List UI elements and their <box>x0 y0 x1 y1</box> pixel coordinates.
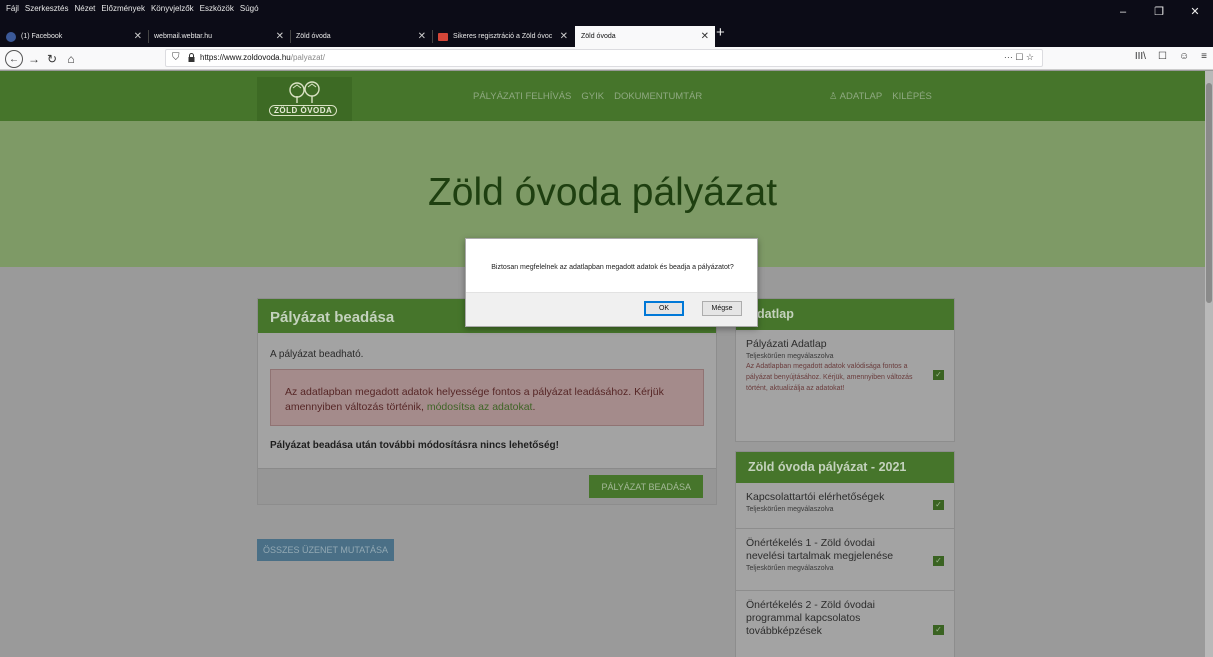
tab-zold-ovoda-1[interactable]: Zöld óvoda ✕ <box>290 26 432 47</box>
cancel-button[interactable]: Mégse <box>702 301 742 316</box>
url-text: https://www.zoldovoda.hu/palyazat/ <box>200 53 325 62</box>
menu-help[interactable]: Súgó <box>240 4 259 13</box>
list-item-onertekeles-2[interactable]: Önértékelés 2 - Zöld óvodai programmal k… <box>736 591 954 655</box>
account-icon[interactable]: ☺ <box>1179 51 1189 62</box>
adatlap-item[interactable]: Pályázati Adatlap Teljeskörűen megválasz… <box>736 330 954 400</box>
facebook-icon <box>6 31 16 42</box>
minimize-button[interactable]: – <box>1105 0 1141 23</box>
tree-logo-icon <box>289 81 320 103</box>
site-logo[interactable]: ZÖLD ÓVODA <box>257 77 352 121</box>
page-actions[interactable]: ··· ☐ ☆ <box>1004 52 1034 63</box>
list-item-title: Kapcsolattartói elérhetőségek <box>746 491 885 503</box>
url-host: https://www.zoldovoda.hu <box>200 53 291 62</box>
alert-end: . <box>532 401 536 413</box>
confirm-message: Biztosan megfelelnek az adatlapban megad… <box>491 264 734 271</box>
menu-view[interactable]: Nézet <box>74 4 95 13</box>
alert-text: Az adatlapban megadott adatok helyessége… <box>285 385 695 415</box>
adatlap-item-warning: Az Adatlapban megadott adatok valódisága… <box>746 363 913 392</box>
close-tab-icon[interactable]: ✕ <box>418 31 426 42</box>
list-item-title: Önértékelés 1 - Zöld óvodai nevelési tar… <box>746 537 894 562</box>
tab-facebook[interactable]: (1) Facebook ✕ <box>0 26 148 47</box>
close-tab-icon[interactable]: ✕ <box>276 31 284 42</box>
check-icon: ✓ <box>933 500 944 510</box>
modify-data-link[interactable]: módosítsa az adatokat <box>427 401 533 413</box>
maximize-button[interactable]: ❐ <box>1141 0 1177 23</box>
nav-dokumentumtar[interactable]: DOKUMENTUMTÁR <box>614 91 702 102</box>
nav-gyik[interactable]: GYIK <box>581 91 604 102</box>
submission-card: Pályázat beadása A pályázat beadható. Az… <box>257 298 717 505</box>
navigation-bar: ← → ↻ ⌂ ⛉ https://www.zoldovoda.hu/palya… <box>0 47 1213 70</box>
show-all-messages-button[interactable]: ÖSSZES ÜZENET MUTATÁSA <box>257 539 395 561</box>
logo-text: ZÖLD ÓVODA <box>269 105 338 116</box>
url-path: /palyazat/ <box>290 53 325 62</box>
menu-file[interactable]: Fájl <box>6 4 19 13</box>
adatlap-item-status: Teljeskörűen megválaszolva <box>746 353 834 360</box>
close-window-button[interactable]: ✕ <box>1177 0 1213 23</box>
list-item-status: Teljeskörűen megválaszolva <box>746 565 834 572</box>
tab-label: Zöld óvoda <box>581 33 616 40</box>
menu-bar: Fájl Szerkesztés Nézet Előzmények Könyvj… <box>0 0 1213 23</box>
library-icon[interactable]: III\ <box>1135 51 1146 62</box>
palyazat-card: Zöld óvoda pályázat - 2021 Kapcsolattart… <box>735 451 955 657</box>
list-item-status: Teljeskörűen megválaszolva <box>746 506 834 513</box>
site-header: ZÖLD ÓVODA PÁLYÁZATI FELHÍVÁS GYIK DOKUM… <box>0 71 1205 121</box>
submit-application-button[interactable]: PÁLYÁZAT BEADÁSA <box>589 475 703 498</box>
scrollbar-thumb[interactable] <box>1206 83 1212 303</box>
adatlap-item-title: Pályázati Adatlap <box>746 338 827 350</box>
nav-palyazati-felhivas[interactable]: PÁLYÁZATI FELHÍVÁS <box>473 91 571 102</box>
page-scrollbar[interactable] <box>1205 71 1213 657</box>
menu-edit[interactable]: Szerkesztés <box>25 4 69 13</box>
menu-bookmarks[interactable]: Könyvjelzők <box>151 4 194 13</box>
nav-adatlap[interactable]: ♙ ADATLAP <box>829 91 882 102</box>
hamburger-menu-icon[interactable]: ≡ <box>1201 51 1207 62</box>
confirm-dialog: Biztosan megfelelnek az adatlapban megad… <box>465 238 758 327</box>
sidebar-icon[interactable]: ☐ <box>1158 51 1167 62</box>
alert-box: Az adatlapban megadott adatok helyessége… <box>270 369 704 426</box>
tab-gmail[interactable]: Sikeres regisztráció a Zöld óvoc ✕ <box>432 26 574 47</box>
check-icon: ✓ <box>933 370 944 380</box>
ok-button[interactable]: OK <box>644 301 684 316</box>
tab-bar: (1) Facebook ✕ webmail.webtar.hu ✕ Zöld … <box>0 23 1213 47</box>
list-item-onertekeles-1[interactable]: Önértékelés 1 - Zöld óvodai nevelési tar… <box>736 529 954 591</box>
tab-label: (1) Facebook <box>21 33 63 40</box>
tab-webmail[interactable]: webmail.webtar.hu ✕ <box>148 26 290 47</box>
page-title: Zöld óvoda pályázat <box>427 171 778 214</box>
new-tab-button[interactable]: + <box>716 24 725 41</box>
close-tab-icon[interactable]: ✕ <box>701 31 709 42</box>
address-bar[interactable]: ⛉ https://www.zoldovoda.hu/palyazat/ ···… <box>165 49 1043 67</box>
reload-icon[interactable]: ↻ <box>43 50 61 68</box>
home-icon[interactable]: ⌂ <box>62 50 80 68</box>
gmail-icon <box>438 32 448 41</box>
lock-icon[interactable] <box>188 53 195 62</box>
close-tab-icon[interactable]: ✕ <box>560 31 568 42</box>
tab-label: Zöld óvoda <box>296 33 331 40</box>
nav-kilepes[interactable]: KILÉPÉS <box>892 91 932 102</box>
dialog-footer: OK Mégse <box>466 292 757 326</box>
menu-history[interactable]: Előzmények <box>101 4 145 13</box>
tab-label: webmail.webtar.hu <box>154 33 212 40</box>
adatlap-card-title: Adatlap <box>736 299 954 330</box>
palyazat-card-title: Zöld óvoda pályázat - 2021 <box>736 452 954 483</box>
forward-arrow-icon[interactable]: → <box>25 50 43 68</box>
close-tab-icon[interactable]: ✕ <box>134 31 142 42</box>
adatlap-card: Adatlap Pályázati Adatlap Teljeskörűen m… <box>735 298 955 442</box>
submission-status: A pályázat beadható. <box>270 349 364 360</box>
menu-tools[interactable]: Eszközök <box>200 4 234 13</box>
submission-card-footer: PÁLYÁZAT BEADÁSA <box>258 468 716 504</box>
list-item-title: Önértékelés 2 - Zöld óvodai programmal k… <box>746 599 875 637</box>
page-content: ZÖLD ÓVODA PÁLYÁZATI FELHÍVÁS GYIK DOKUM… <box>0 71 1205 657</box>
no-modification-warning: Pályázat beadása után további módosításr… <box>270 440 559 451</box>
tracking-shield-icon[interactable]: ⛉ <box>172 52 180 63</box>
check-icon: ✓ <box>933 625 944 635</box>
list-item-kapcsolattartoi[interactable]: Kapcsolattartói elérhetőségek Teljeskörű… <box>736 483 954 529</box>
back-arrow-icon[interactable]: ← <box>5 50 23 68</box>
tab-zold-ovoda-active[interactable]: Zöld óvoda ✕ <box>575 26 715 47</box>
tab-label: Sikeres regisztráció a Zöld óvoc <box>453 33 553 40</box>
check-icon: ✓ <box>933 556 944 566</box>
